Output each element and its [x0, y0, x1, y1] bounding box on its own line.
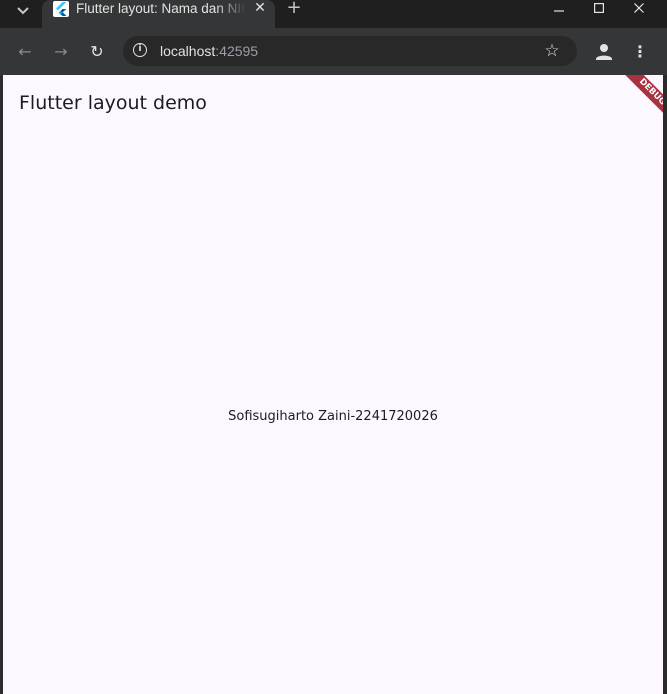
- reload-button[interactable]: ↻: [84, 39, 110, 65]
- window-close-button[interactable]: [624, 0, 654, 18]
- url-text[interactable]: localhost:42595: [160, 42, 258, 60]
- tab-strip: Flutter layout: Nama dan NIM ✕ +: [0, 0, 667, 28]
- back-button[interactable]: ←: [12, 39, 38, 65]
- debug-banner: DEBUG: [615, 75, 663, 129]
- chevron-down-icon: [17, 7, 29, 15]
- tab-close-button[interactable]: ✕: [251, 0, 269, 18]
- browser-window: Flutter layout: Nama dan NIM ✕ + ← → ↻ i…: [0, 0, 667, 694]
- browser-toolbar: ← → ↻ i localhost:42595 ☆ ⋮: [0, 28, 667, 75]
- arrow-right-icon: →: [54, 42, 68, 61]
- plus-icon: +: [286, 0, 302, 18]
- reload-icon: ↻: [90, 42, 104, 61]
- page-viewport: Flutter layout demo Sofisugiharto Zaini-…: [3, 75, 663, 694]
- url-host: localhost: [160, 43, 216, 59]
- profile-button[interactable]: [592, 40, 616, 64]
- minimize-button[interactable]: [544, 0, 574, 18]
- browser-menu-button[interactable]: ⋮: [630, 40, 650, 64]
- window-right-edge: [663, 75, 667, 694]
- bookmark-star-button[interactable]: ☆: [541, 40, 563, 62]
- star-icon: ☆: [544, 41, 560, 61]
- new-tab-button[interactable]: +: [283, 0, 305, 18]
- info-icon[interactable]: i: [133, 43, 147, 57]
- site-info-glyph: i: [138, 44, 142, 54]
- tab-flutter-layout[interactable]: Flutter layout: Nama dan NIM ✕: [42, 0, 275, 28]
- tab-search-button[interactable]: [8, 0, 38, 22]
- maximize-icon: [594, 2, 605, 14]
- arrow-left-icon: ←: [18, 42, 32, 61]
- close-icon: ✕: [254, 0, 266, 16]
- minimize-icon: [554, 10, 564, 12]
- more-vert-icon: ⋮: [632, 42, 648, 61]
- flutter-icon: [53, 1, 69, 17]
- address-bar[interactable]: i localhost:42595 ☆: [123, 36, 577, 66]
- tab-title: Flutter layout: Nama dan NIM: [76, 1, 246, 16]
- forward-button[interactable]: →: [48, 39, 74, 65]
- person-icon: [596, 44, 612, 60]
- body-text: Sofisugiharto Zaini-2241720026: [228, 409, 438, 424]
- maximize-button[interactable]: [584, 0, 614, 18]
- page-title: Flutter layout demo: [19, 92, 207, 114]
- url-port: :42595: [215, 43, 259, 59]
- close-icon: [634, 3, 644, 13]
